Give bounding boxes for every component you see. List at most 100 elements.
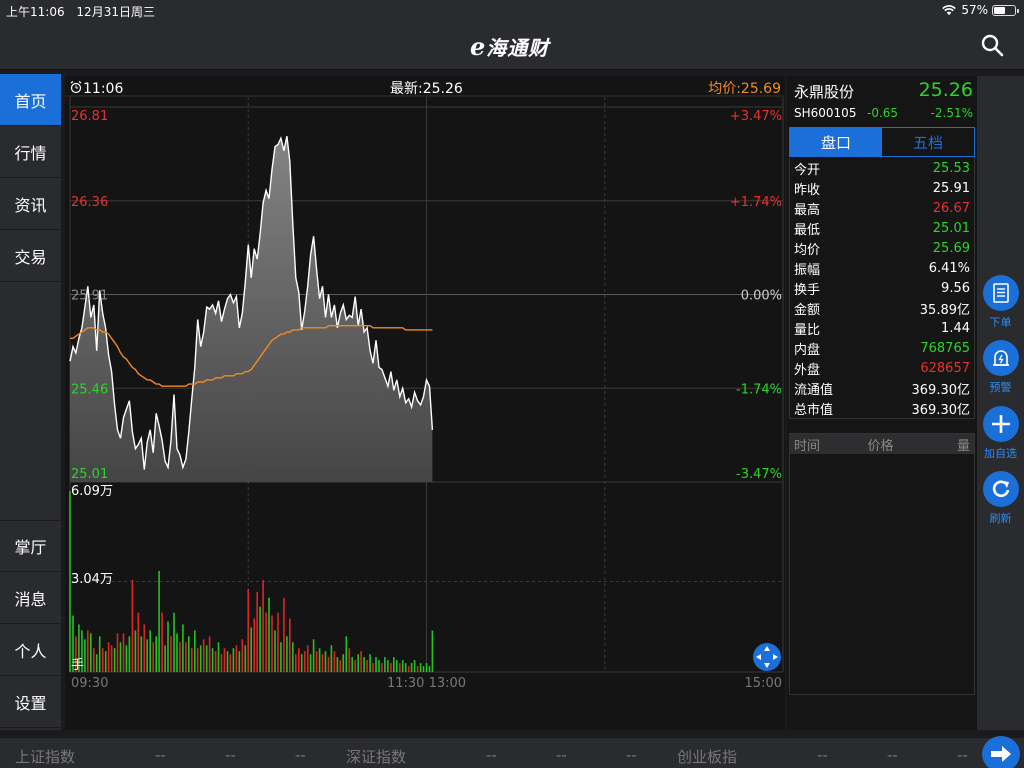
volume-bar xyxy=(229,654,232,672)
index-value: -- xyxy=(295,746,306,764)
volume-bar xyxy=(179,642,181,672)
volume-bar xyxy=(173,612,175,672)
logo-text: 海通财 xyxy=(486,36,550,60)
volume-bar xyxy=(84,639,86,672)
app-logo: e海通财 xyxy=(470,32,549,61)
arrow-right-icon[interactable] xyxy=(982,736,1020,768)
sidebar-item-1[interactable]: 行情 xyxy=(0,126,61,178)
index-value: -- xyxy=(626,746,637,764)
volume-bar xyxy=(146,639,148,672)
stat-label: 内盘 xyxy=(794,342,821,358)
volume-bar xyxy=(425,663,428,672)
index-name[interactable]: 创业板指 xyxy=(677,746,737,767)
stat-label: 最低 xyxy=(794,222,821,238)
stat-label: 今开 xyxy=(794,162,821,178)
volume-unit-label: 手 xyxy=(71,658,84,673)
sidebar-item-3[interactable]: 交易 xyxy=(0,230,61,282)
volume-bar xyxy=(122,633,125,672)
search-icon[interactable] xyxy=(980,33,1004,57)
stock-name: 永鼎股份 xyxy=(794,83,855,101)
trades-list: 时间 价格 量 xyxy=(789,433,975,695)
volume-bar xyxy=(357,654,359,672)
index-ticker-bar: 上证指数 -- -- -- 深证指数 -- -- -- 创业板指 -- -- -- xyxy=(0,738,1024,768)
volume-bar xyxy=(220,654,223,672)
stat-row: 昨收 25.91 xyxy=(790,178,974,198)
stat-label: 换手 xyxy=(794,282,821,298)
volume-bar xyxy=(399,663,401,672)
stat-row: 最高 26.67 xyxy=(790,198,974,218)
intraday-chart-panel: 11:06 最新:25.26 均价:25.69 26.81 +3.47% 26.36 +1.… xyxy=(65,76,785,730)
volume-bar xyxy=(194,630,196,672)
volume-bar xyxy=(223,648,226,672)
volume-bar xyxy=(134,630,137,672)
time-axis-label: 11:30 13:00 xyxy=(387,676,466,691)
volume-bar xyxy=(330,645,333,672)
index-value: -- xyxy=(817,746,828,764)
alarm-bell-icon xyxy=(982,340,1019,376)
volume-bar xyxy=(253,618,255,672)
action-1[interactable]: 预警 xyxy=(977,340,1024,395)
quote-tab-1[interactable]: 五档 xyxy=(882,128,974,156)
index-name[interactable]: 深证指数 xyxy=(346,746,406,767)
sidebar-item-6[interactable]: 个人 xyxy=(0,624,61,676)
time-axis-label: 15:00 xyxy=(745,676,782,691)
chart-avg: 均价:25.69 xyxy=(708,81,781,97)
volume-bar xyxy=(98,636,101,672)
quote-tab-0[interactable]: 盘口 xyxy=(790,128,882,156)
volume-bar xyxy=(413,660,416,672)
percent-axis-label: -1.74% xyxy=(736,382,782,397)
sidebar-item-0[interactable]: 首页 xyxy=(0,74,61,126)
index-value: -- xyxy=(155,746,166,764)
volume-bar xyxy=(211,648,214,672)
action-3[interactable]: 刷新 xyxy=(977,471,1024,526)
stat-row: 换手 9.56 xyxy=(790,278,974,298)
time-axis-label: 09:30 xyxy=(71,676,108,691)
stat-label: 昨收 xyxy=(794,182,821,198)
volume-bar xyxy=(196,648,199,672)
volume-bar xyxy=(363,657,365,672)
volume-bar xyxy=(95,654,98,672)
stock-change-percent: -2.51% xyxy=(930,106,973,120)
volume-bar xyxy=(381,663,383,672)
volume-bar xyxy=(354,660,356,672)
stat-label: 均价 xyxy=(794,242,821,258)
volume-bar xyxy=(140,636,143,672)
volume-bar xyxy=(241,639,244,672)
volume-bar xyxy=(268,597,270,672)
volume-bar xyxy=(250,627,252,672)
volume-bar xyxy=(298,648,300,672)
volume-bar xyxy=(191,648,193,672)
volume-bar xyxy=(185,642,187,672)
trades-col-time: 时间 xyxy=(794,438,821,454)
stat-row: 外盘 628657 xyxy=(790,358,974,378)
sidebar-item-2[interactable]: 资讯 xyxy=(0,178,61,230)
sidebar-item-7[interactable]: 设置 xyxy=(0,676,61,728)
plus-icon xyxy=(982,406,1019,442)
stat-row: 均价 25.69 xyxy=(790,238,974,258)
logo-e: e xyxy=(470,32,487,61)
sidebar-item-4[interactable]: 掌厅 xyxy=(0,520,61,572)
stat-value: 369.30亿 xyxy=(911,402,971,418)
stat-row: 最低 25.01 xyxy=(790,218,974,238)
volume-bar xyxy=(158,570,160,672)
index-name[interactable]: 上证指数 xyxy=(15,746,75,767)
collapse-arrows-icon[interactable] xyxy=(753,643,781,671)
volume-bar xyxy=(188,636,190,672)
trades-col-volume: 量 xyxy=(956,438,970,454)
volume-bar xyxy=(226,651,229,672)
volume-bar xyxy=(119,642,122,672)
volume-bar xyxy=(277,612,279,672)
sidebar-item-5[interactable]: 消息 xyxy=(0,572,61,624)
action-2[interactable]: 加自选 xyxy=(977,406,1024,461)
intraday-chart[interactable]: 11:06 最新:25.26 均价:25.69 26.81 +3.47% 26.36 +1.… xyxy=(65,76,785,730)
status-time: 上午11:06 xyxy=(6,5,65,19)
volume-bar xyxy=(202,639,205,672)
battery-icon xyxy=(992,4,1019,16)
volume-bar xyxy=(217,642,220,672)
price-axis-label: 25.91 xyxy=(71,289,108,304)
stat-row: 总市值 369.30亿 xyxy=(790,398,974,418)
volume-bar xyxy=(238,651,241,672)
volume-bar xyxy=(286,636,288,672)
status-date: 12月31日周三 xyxy=(76,5,155,19)
action-0[interactable]: 下单 xyxy=(977,275,1024,330)
